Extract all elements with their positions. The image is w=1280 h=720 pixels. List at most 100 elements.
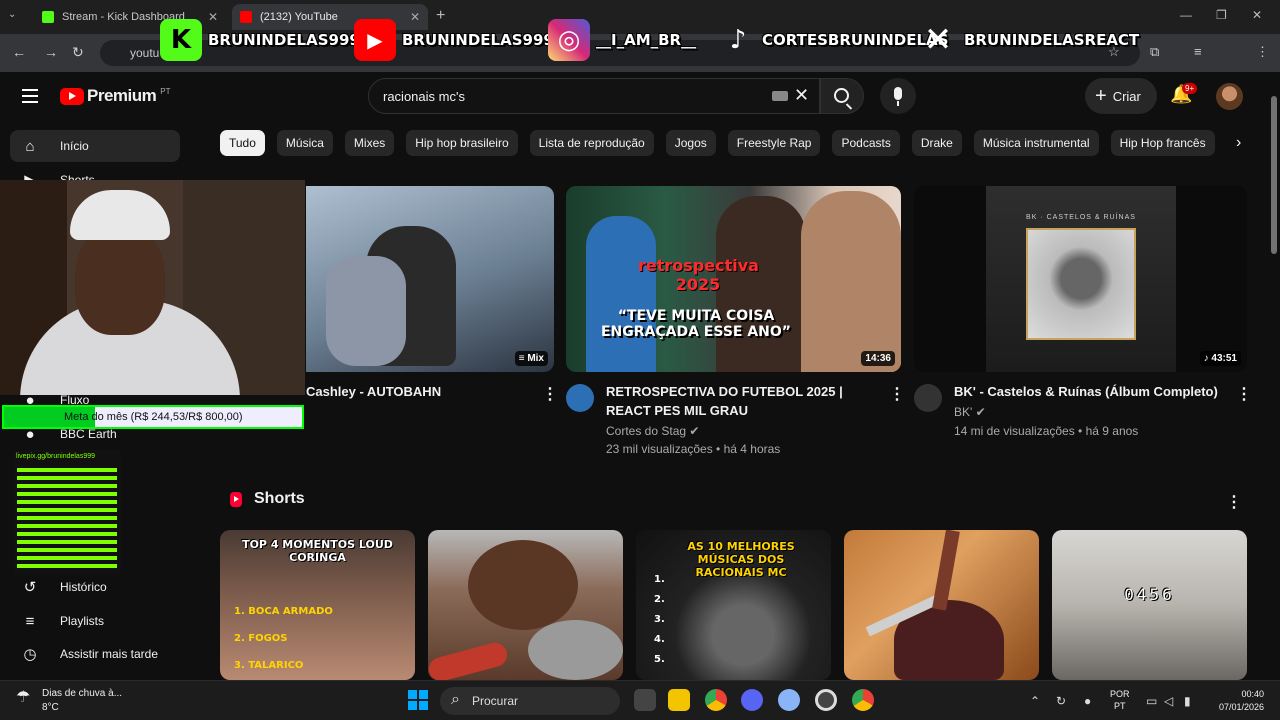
channel-avatar[interactable]: [914, 384, 942, 412]
chrome-icon[interactable]: [852, 689, 874, 711]
short-card[interactable]: TOP 4 MOMENTOS LOUD CORINGA 1. BOCA ARMA…: [220, 530, 415, 680]
webcam-overlay: [0, 180, 305, 395]
album-cover: BK · CASTELOS & RUÍNAS: [986, 186, 1176, 372]
social-handle: BRUNINDELAS999: [402, 31, 554, 49]
kick-logo-icon: K: [160, 19, 202, 61]
obs-icon[interactable]: [815, 689, 837, 711]
video-stats: 23 mil visualizações • há 4 horas: [606, 442, 781, 456]
social-kick: K BRUNINDELAS999: [160, 16, 360, 64]
video-title[interactable]: Cashley - AUTOBAHN: [306, 382, 536, 401]
chip[interactable]: Podcasts: [832, 130, 900, 156]
search-button[interactable]: [820, 78, 864, 114]
keyboard-layout: PT: [1114, 701, 1126, 711]
chrome-icon[interactable]: [705, 689, 727, 711]
more-options-icon[interactable]: ⋮: [1236, 384, 1252, 404]
webcam-face: [75, 225, 165, 335]
short-card[interactable]: AS 10 MELHORES MÚSICAS DOS RACIONAIS MC …: [636, 530, 831, 680]
video-title[interactable]: BK' - Castelos & Ruínas (Álbum Completo): [954, 382, 1224, 401]
chip[interactable]: Hip Hop francês: [1110, 130, 1215, 156]
video-thumbnail[interactable]: retrospectiva 2025 “TEVE MUITA COISA ENG…: [566, 186, 901, 372]
short-card[interactable]: 0456: [1052, 530, 1247, 680]
channel-avatar[interactable]: [566, 384, 594, 412]
forward-icon[interactable]: →: [44, 44, 58, 60]
shorts-title: Shorts: [254, 490, 305, 507]
livepix-qr-code: livepix.gg/brunindelas999: [13, 450, 121, 575]
reload-icon[interactable]: ↻: [72, 44, 84, 61]
qr-code-image: [17, 468, 117, 568]
shorts-shelf-title: Shorts: [230, 490, 305, 508]
short-ranking-list: 1. 2. 3. 4. 5.: [654, 574, 665, 665]
search-input[interactable]: racionais mc's: [368, 78, 820, 114]
input-language[interactable]: POR PT: [1110, 688, 1130, 712]
donation-goal-bar: Meta do mês (R$ 244,53/R$ 800,00): [2, 405, 304, 429]
task-view-icon[interactable]: [634, 689, 656, 711]
scrollbar-thumb[interactable]: [1271, 96, 1277, 254]
chip[interactable]: Mixes: [344, 130, 395, 156]
extensions-icon[interactable]: ⧉: [1150, 44, 1159, 60]
chip[interactable]: Jogos: [665, 130, 716, 156]
minimize-icon[interactable]: —: [1180, 8, 1192, 22]
sidebar-item-playlists[interactable]: ≡ Playlists: [10, 605, 180, 637]
guide-menu-icon[interactable]: [22, 89, 38, 103]
video-thumbnail[interactable]: BK · CASTELOS & RUÍNAS ♪ 43:51: [914, 186, 1247, 372]
thumbnail-figure: [586, 216, 656, 372]
channel-name[interactable]: BK' ✔: [954, 403, 986, 421]
battery-icon[interactable]: ▮: [1184, 694, 1191, 708]
duration-badge: 14:36: [861, 351, 895, 366]
clear-search-icon[interactable]: ✕: [794, 85, 809, 106]
chevron-up-icon[interactable]: ⌃: [1030, 694, 1040, 708]
back-icon[interactable]: ←: [12, 44, 26, 60]
plus-icon: +: [1095, 84, 1107, 107]
chip[interactable]: Hip hop brasileiro: [406, 130, 518, 156]
voice-search-button[interactable]: [880, 78, 916, 114]
account-avatar[interactable]: [1216, 83, 1243, 110]
more-options-icon[interactable]: ⋮: [889, 384, 905, 404]
more-options-icon[interactable]: ⋮: [542, 384, 558, 404]
create-button[interactable]: + Criar: [1085, 78, 1157, 114]
short-caption: TOP 4 MOMENTOS LOUD CORINGA: [242, 538, 393, 564]
short-caption: AS 10 MELHORES MÚSICAS DOS RACIONAIS MC: [687, 540, 795, 579]
menu-icon[interactable]: ⋮: [1256, 44, 1269, 60]
youtube-premium-logo[interactable]: Premium PT: [60, 86, 170, 106]
sidebar-item-historico[interactable]: ↺ Histórico: [10, 571, 180, 603]
sync-icon[interactable]: ↻: [1056, 694, 1066, 708]
keyboard-icon[interactable]: [772, 91, 788, 101]
chip[interactable]: Música: [276, 130, 333, 156]
short-card[interactable]: [428, 530, 623, 680]
media-icon[interactable]: ≡: [1194, 44, 1202, 59]
discord-icon[interactable]: [741, 689, 763, 711]
shorts-logo-icon: [230, 491, 242, 507]
system-clock[interactable]: 00:40 07/01/2026: [1208, 688, 1264, 714]
taskbar-search[interactable]: Procurar: [440, 687, 620, 715]
chip[interactable]: Música instrumental: [973, 130, 1099, 156]
weather-widget[interactable]: ☂ Dias de chuva à... 8°C: [16, 687, 122, 715]
social-x: ✕ BRUNINDELASREACT: [918, 16, 1139, 64]
chevron-right-icon[interactable]: ›: [1236, 134, 1241, 152]
sidebar-item-inicio[interactable]: ⌂ Início: [10, 130, 180, 162]
social-handle: __I_AM_BR__: [596, 31, 697, 49]
channel-name[interactable]: Cortes do Stag ✔: [606, 422, 699, 440]
chip-tudo[interactable]: Tudo: [220, 130, 265, 156]
qr-label: livepix.gg/brunindelas999: [16, 453, 95, 460]
tab-search-icon[interactable]: ⌄: [8, 9, 16, 20]
network-icon[interactable]: ▭: [1146, 694, 1157, 708]
chip[interactable]: Lista de reprodução: [529, 130, 654, 156]
video-title[interactable]: RETROSPECTIVA DO FUTEBOL 2025 | REACT PE…: [606, 382, 888, 420]
youtube-play-icon: [60, 87, 84, 105]
page-scrollbar[interactable]: [1268, 72, 1280, 680]
chip[interactable]: Freestyle Rap: [727, 130, 821, 156]
video-thumbnail[interactable]: ≡ Mix: [306, 186, 554, 372]
sidebar-item-watch-later[interactable]: ◷ Assistir mais tarde: [10, 638, 180, 670]
windows-start-icon[interactable]: [408, 690, 428, 710]
chip[interactable]: Drake: [911, 130, 962, 156]
file-explorer-icon[interactable]: [668, 689, 690, 711]
maximize-icon[interactable]: ❐: [1216, 8, 1227, 22]
close-window-icon[interactable]: ✕: [1252, 8, 1262, 22]
more-options-icon[interactable]: ⋮: [1226, 492, 1242, 512]
volume-icon[interactable]: ◁: [1164, 694, 1173, 708]
short-caption: 0456: [1124, 585, 1175, 604]
settings-icon[interactable]: [778, 689, 800, 711]
social-instagram: ◎ __I_AM_BR__: [548, 16, 696, 64]
microphone-icon[interactable]: ●: [1084, 694, 1091, 708]
short-card[interactable]: [844, 530, 1039, 680]
